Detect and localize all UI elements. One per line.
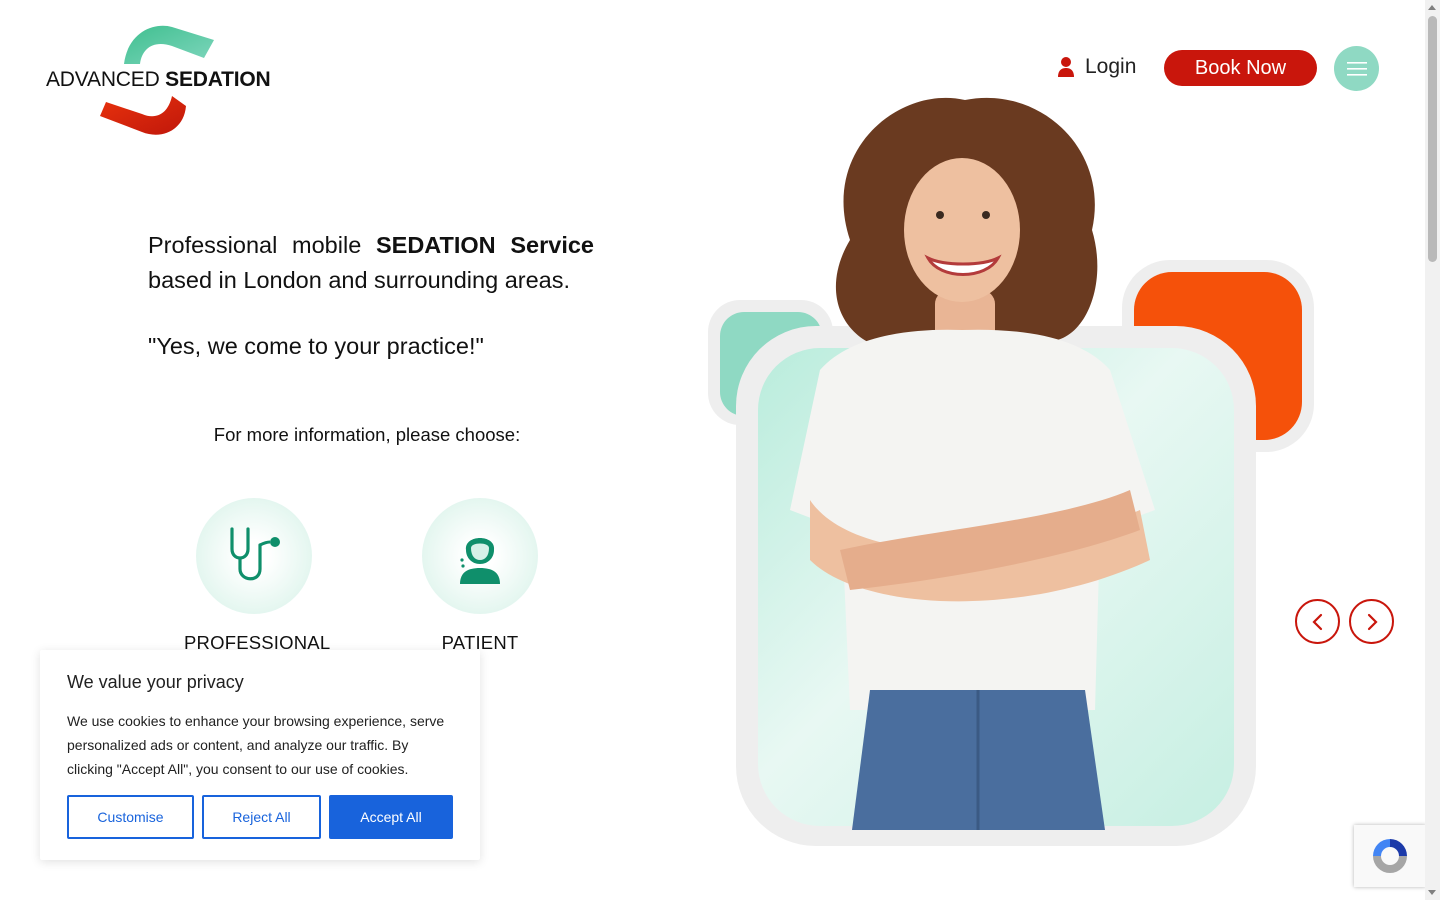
cookie-consent-banner: We value your privacy We use cookies to … [40,650,480,860]
stethoscope-icon [230,527,280,581]
hero-intro-line1: Professional mobile SEDATION Service [148,228,594,263]
carousel-next-button[interactable] [1349,599,1394,644]
accept-all-button[interactable]: Accept All [329,795,453,839]
patient-icon [460,538,500,584]
customise-button[interactable]: Customise [67,795,194,839]
hero-intro-line2: based in London and surrounding areas. [148,267,571,293]
choose-prompt: For more information, please choose: [213,424,521,445]
hero-word-bold: Service [510,232,594,258]
role-icon-circle [196,498,312,614]
hero-quote: "Yes, we come to your practice!" [148,333,484,359]
role-professional[interactable]: PROFESSIONAL [184,498,330,654]
scroll-thumb[interactable] [1428,16,1437,262]
role-icon-circle [422,498,538,614]
hero-word: mobile [292,232,362,258]
role-patient[interactable]: PATIENT [410,498,550,654]
brand-wordmark: ADVANCED SEDATION [46,68,271,92]
chevron-right-icon [1367,613,1378,630]
brand-logo[interactable]: ADVANCED SEDATION [44,22,284,140]
reject-all-button[interactable]: Reject All [202,795,321,839]
book-now-button[interactable]: Book Now [1164,50,1317,86]
cookie-title: We value your privacy [67,672,244,692]
hamburger-icon [1346,61,1367,76]
brand-name-bold: SEDATION [165,68,271,91]
recaptcha-icon [1373,839,1407,873]
scroll-up-arrow-icon[interactable] [1428,5,1436,10]
hero-intro: Professional mobile SEDATION Service bas… [148,228,594,298]
menu-button[interactable] [1334,46,1379,91]
scroll-down-arrow-icon[interactable] [1428,890,1436,895]
hero-word: Professional [148,232,278,258]
user-icon [1058,57,1074,77]
brand-name-light: ADVANCED [46,68,160,91]
cookie-button-group: Customise Reject All Accept All [67,795,453,839]
login-link[interactable]: Login [1057,52,1136,82]
chevron-left-icon [1311,613,1322,630]
cookie-description: We use cookies to enhance your browsing … [67,713,445,777]
login-label: Login [1085,55,1137,78]
hero-image [708,97,1314,846]
carousel-prev-button[interactable] [1295,599,1340,644]
recaptcha-badge[interactable] [1354,825,1426,887]
page-scrollbar[interactable] [1425,0,1440,900]
hero-word-bold: SEDATION [375,232,496,258]
